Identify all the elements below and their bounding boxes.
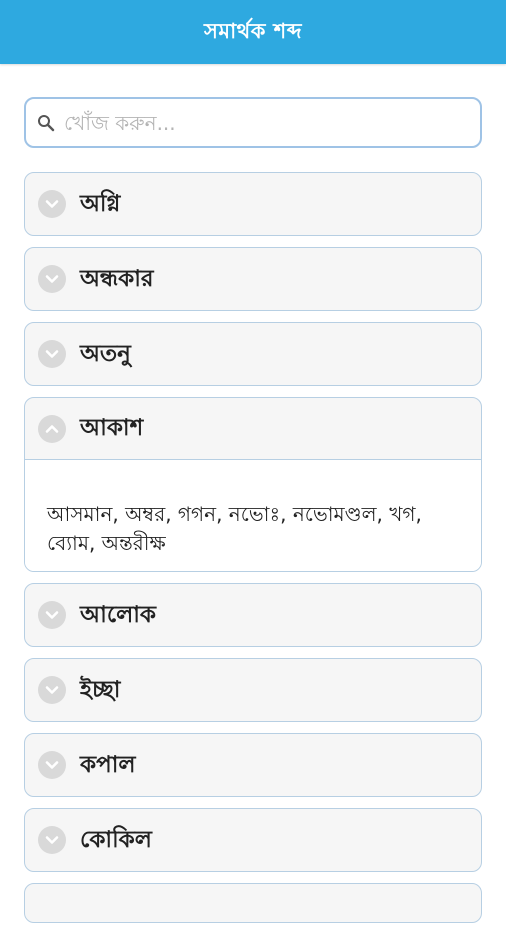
list-item-label: ইচ্ছা [80, 676, 121, 703]
app-header: সমার্থক শব্দ [0, 0, 506, 64]
synonym-list: অগ্নি অন্ধকার অতনু আকাশ আসমান, অম্বর, গগ… [24, 172, 482, 934]
list-item[interactable]: কোকিল [24, 808, 482, 872]
list-item[interactable]: আলোক [24, 583, 482, 647]
list-item-header[interactable]: ইচ্ছা [25, 659, 481, 721]
list-item-header[interactable]: অগ্নি [25, 173, 481, 235]
list-item[interactable]: কপাল [24, 733, 482, 797]
search-icon [36, 113, 56, 133]
list-item-header[interactable]: আকাশ [25, 398, 481, 460]
list-item-header[interactable]: অতনু [25, 323, 481, 385]
search-input[interactable] [64, 102, 480, 143]
list-item-label: আলোক [80, 601, 156, 628]
chevron-down-icon [38, 751, 66, 779]
synonyms-text: আসমান, অম্বর, গগন, নভোঃ, নভোমণ্ডল, খগ, ব… [25, 460, 481, 571]
list-item-header[interactable]: অন্ধকার [25, 248, 481, 310]
list-item[interactable] [24, 883, 482, 923]
list-item-label: কোকিল [80, 826, 152, 853]
list-item-label: অতনু [80, 340, 131, 367]
chevron-down-icon [38, 676, 66, 704]
list-item-header[interactable]: আলোক [25, 584, 481, 646]
list-item-label: আকাশ [80, 415, 144, 441]
list-item-header[interactable]: কপাল [25, 734, 481, 796]
list-item-label: কপাল [80, 751, 136, 778]
list-item-label: অন্ধকার [80, 265, 154, 292]
chevron-down-icon [38, 826, 66, 854]
search-box[interactable] [24, 97, 482, 148]
chevron-down-icon [38, 601, 66, 629]
list-item-header[interactable]: কোকিল [25, 809, 481, 871]
list-item-expanded[interactable]: আকাশ আসমান, অম্বর, গগন, নভোঃ, নভোমণ্ডল, … [24, 397, 482, 572]
chevron-down-icon [38, 190, 66, 218]
list-item[interactable]: ইচ্ছা [24, 658, 482, 722]
list-item[interactable]: অতনু [24, 322, 482, 386]
page-title: সমার্থক শব্দ [204, 18, 302, 43]
chevron-down-icon [38, 265, 66, 293]
list-item-label: অগ্নি [80, 190, 121, 217]
list-item[interactable]: অন্ধকার [24, 247, 482, 311]
list-item[interactable]: অগ্নি [24, 172, 482, 236]
chevron-down-icon [38, 340, 66, 368]
chevron-up-icon [38, 414, 66, 443]
